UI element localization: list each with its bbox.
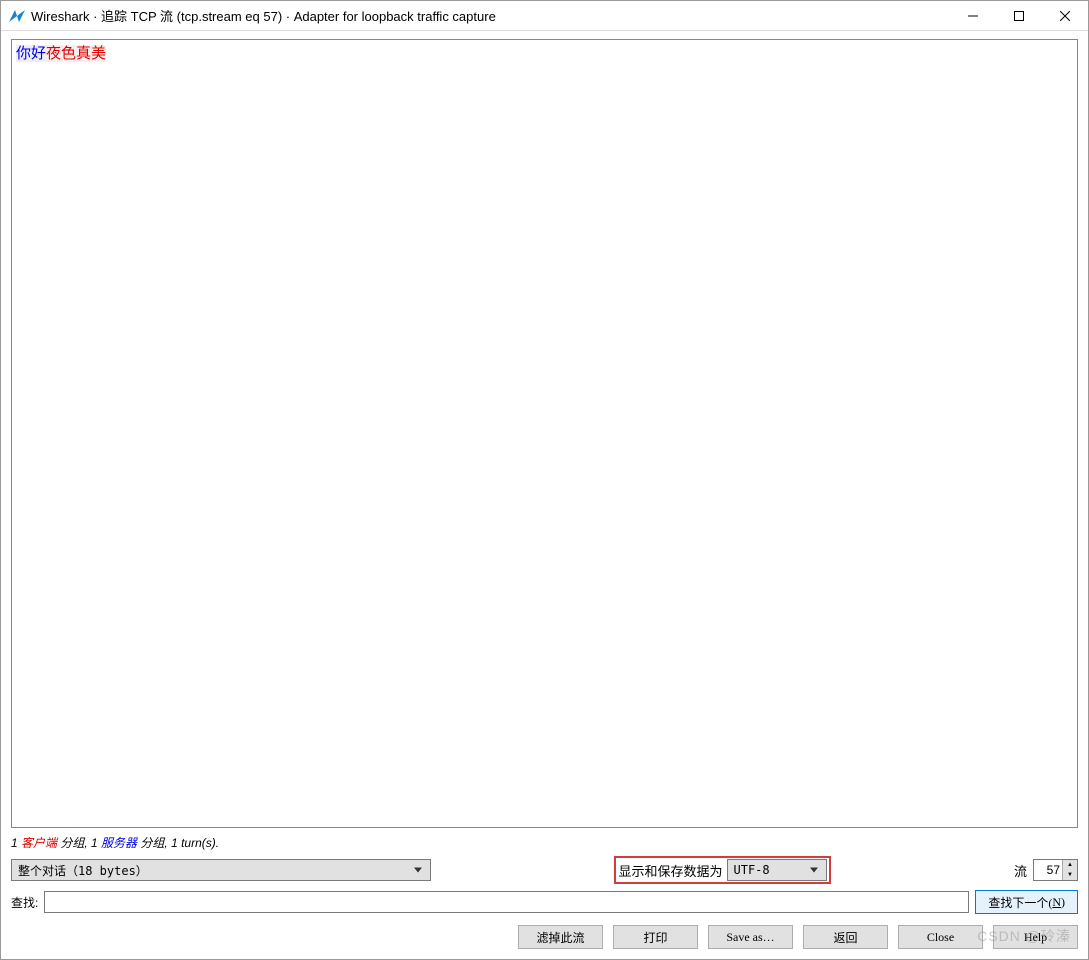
close-window-button[interactable] <box>1042 1 1088 31</box>
maximize-button[interactable] <box>996 1 1042 31</box>
window-title: Wireshark · 追踪 TCP 流 (tcp.stream eq 57) … <box>31 6 950 25</box>
encoding-label: 显示和保存数据为 <box>618 861 722 880</box>
spin-down-button[interactable]: ▼ <box>1063 870 1077 880</box>
close-icon <box>1060 11 1070 21</box>
stream-number-input[interactable] <box>1034 860 1062 880</box>
maximize-icon <box>1014 11 1024 21</box>
conversation-select-value: 整个对话（18 bytes） <box>18 862 148 879</box>
find-label: 查找: <box>11 894 38 911</box>
wireshark-follow-stream-window: Wireshark · 追踪 TCP 流 (tcp.stream eq 57) … <box>0 0 1089 960</box>
find-next-prefix: 查找下一个( <box>988 894 1052 911</box>
minimize-icon <box>968 11 978 21</box>
find-input[interactable] <box>44 891 969 913</box>
find-row: 查找: 查找下一个(N) <box>11 889 1078 915</box>
status-mid: 分组, 1 <box>57 836 101 850</box>
save-as-button[interactable]: Save as… <box>708 925 793 949</box>
close-button[interactable]: Close <box>898 925 983 949</box>
stream-number-label: 流 <box>1014 861 1027 880</box>
filter-out-stream-button[interactable]: 滤掉此流 <box>518 925 603 949</box>
spin-up-button[interactable]: ▲ <box>1063 860 1077 870</box>
packet-status-line: 1 客户端 分组, 1 服务器 分组, 1 turn(s). <box>11 834 1078 851</box>
find-next-suffix: ) <box>1061 895 1065 910</box>
options-row: 整个对话（18 bytes） 显示和保存数据为 UTF-8 流 ▲ ▼ <box>11 857 1078 883</box>
status-prefix: 1 <box>11 836 21 850</box>
stream-number-spinbox[interactable]: ▲ ▼ <box>1033 859 1078 881</box>
print-button[interactable]: 打印 <box>613 925 698 949</box>
spinbox-arrows: ▲ ▼ <box>1062 860 1077 880</box>
window-controls <box>950 1 1088 30</box>
conversation-select[interactable]: 整个对话（18 bytes） <box>11 859 431 881</box>
back-button[interactable]: 返回 <box>803 925 888 949</box>
stream-text-server: 夜色真美 <box>46 45 106 62</box>
find-next-button[interactable]: 查找下一个(N) <box>975 890 1078 914</box>
find-next-key: N <box>1052 895 1061 910</box>
help-button[interactable]: Help <box>993 925 1078 949</box>
encoding-highlight-box: 显示和保存数据为 UTF-8 <box>614 856 830 884</box>
status-suffix: 分组, 1 turn(s). <box>137 836 219 850</box>
wireshark-icon <box>9 8 25 24</box>
status-client-word: 客户端 <box>21 836 57 850</box>
titlebar: Wireshark · 追踪 TCP 流 (tcp.stream eq 57) … <box>1 1 1088 31</box>
stream-content[interactable]: 你好夜色真美 <box>11 39 1078 828</box>
stream-text-client: 你好 <box>16 45 46 62</box>
encoding-select[interactable]: UTF-8 <box>727 859 827 881</box>
dialog-buttons-row: 滤掉此流 打印 Save as… 返回 Close Help <box>11 925 1078 949</box>
encoding-select-value: UTF-8 <box>734 863 770 877</box>
minimize-button[interactable] <box>950 1 996 31</box>
status-server-word: 服务器 <box>101 836 137 850</box>
